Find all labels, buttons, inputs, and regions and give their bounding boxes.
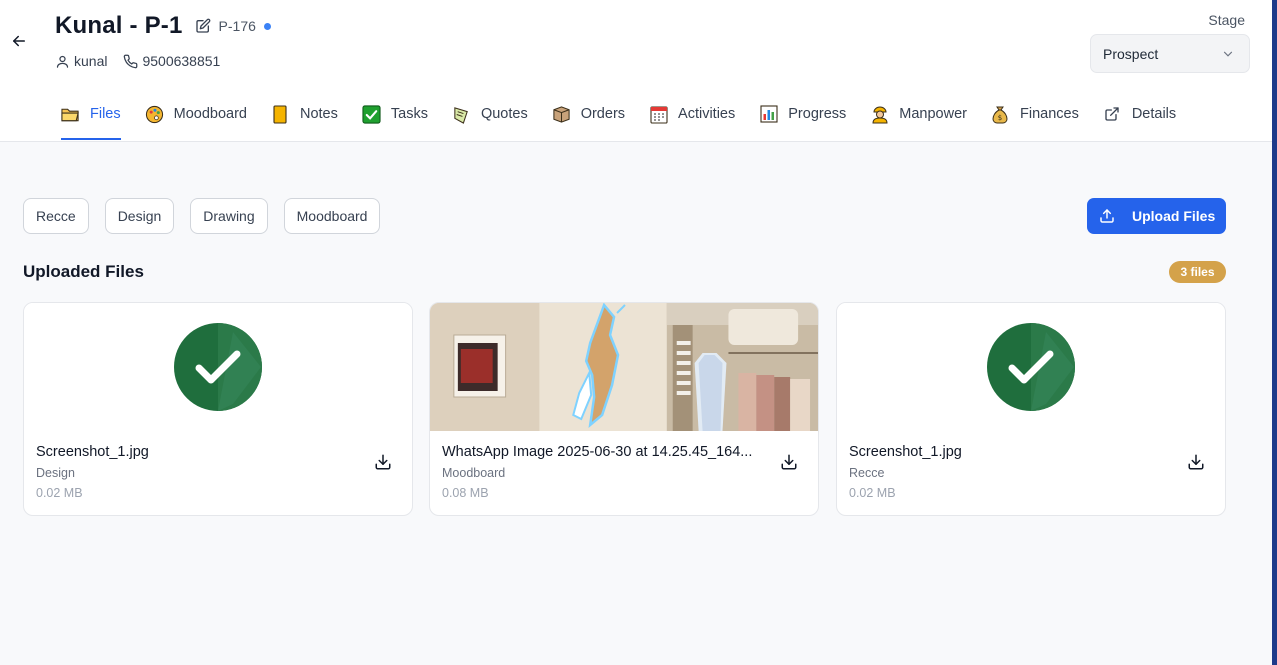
user-name: kunal	[74, 53, 108, 69]
quotes-icon	[452, 105, 471, 124]
tab-label: Manpower	[899, 106, 967, 122]
user-meta: kunal	[55, 53, 107, 69]
download-icon[interactable]	[1187, 453, 1205, 471]
tab-details[interactable]: Details	[1103, 98, 1176, 130]
category-filters: Recce Design Drawing Moodboard	[23, 198, 396, 234]
stage-select[interactable]: Prospect	[1090, 34, 1250, 73]
file-card[interactable]: Screenshot_1.jpg Recce 0.02 MB	[836, 302, 1226, 516]
project-header: Kunal - P-1 P-176 kunal 9500638851 Stage…	[0, 0, 1272, 142]
file-info: WhatsApp Image 2025-06-30 at 14.25.45_16…	[430, 431, 818, 500]
file-thumbnail	[24, 303, 412, 431]
section-title: Uploaded Files	[23, 262, 144, 281]
file-size: 0.02 MB	[849, 486, 896, 500]
tab-notes[interactable]: Notes	[271, 98, 338, 130]
filter-recce[interactable]: Recce	[23, 198, 89, 234]
stage-label: Stage	[1208, 12, 1245, 28]
file-info: Screenshot_1.jpg Design 0.02 MB	[24, 431, 412, 500]
calendar-icon	[649, 105, 668, 124]
phone-meta: 9500638851	[123, 53, 220, 69]
file-name: WhatsApp Image 2025-06-30 at 14.25.45_16…	[442, 444, 753, 460]
tab-label: Orders	[580, 106, 626, 122]
project-title: Kunal - P-1	[55, 12, 183, 39]
tab-label: Notes	[299, 106, 338, 122]
status-dot	[263, 22, 271, 30]
edit-icon[interactable]	[195, 18, 211, 34]
tab-label: Moodboard	[173, 106, 247, 122]
tab-label: Activities	[678, 106, 736, 122]
file-thumbnail	[430, 303, 818, 431]
filter-design[interactable]: Design	[104, 198, 175, 234]
package-icon	[552, 105, 571, 124]
check-badge-icon	[987, 323, 1075, 411]
chevron-down-icon	[1223, 51, 1233, 57]
check-badge-icon	[174, 323, 262, 411]
file-card[interactable]: WhatsApp Image 2025-06-30 at 14.25.45_16…	[429, 302, 819, 516]
money-bag-icon: $	[991, 105, 1010, 124]
worker-icon	[870, 105, 889, 124]
phone-number: 9500638851	[142, 53, 221, 69]
tab-label: Details	[1131, 106, 1177, 122]
file-count-badge: 3 files	[1169, 261, 1226, 283]
tab-progress[interactable]: Progress	[759, 98, 846, 130]
file-card[interactable]: Screenshot_1.jpg Design 0.02 MB	[23, 302, 413, 516]
user-icon	[56, 55, 69, 68]
project-meta: kunal 9500638851	[55, 53, 236, 69]
phone-icon	[124, 54, 138, 68]
scrollbar[interactable]	[1272, 0, 1277, 665]
tab-label: Tasks	[390, 106, 428, 122]
upload-files-button[interactable]: Upload Files	[1087, 198, 1226, 234]
tab-tasks[interactable]: Tasks	[362, 98, 428, 130]
download-icon[interactable]	[374, 453, 392, 471]
tab-orders[interactable]: Orders	[552, 98, 625, 130]
filter-drawing[interactable]: Drawing	[190, 198, 268, 234]
file-name: Screenshot_1.jpg	[36, 444, 149, 460]
svg-text:$: $	[998, 114, 1002, 122]
tab-finances[interactable]: $ Finances	[991, 98, 1079, 130]
external-link-icon	[1103, 105, 1122, 124]
file-size: 0.02 MB	[36, 486, 83, 500]
download-icon[interactable]	[780, 453, 798, 471]
tab-activities[interactable]: Activities	[649, 98, 735, 130]
file-category: Design	[36, 466, 75, 480]
check-box-icon	[362, 104, 381, 124]
tab-files[interactable]: Files	[61, 98, 121, 140]
tab-bar: Files Moodboard Notes Tasks Quotes Order…	[61, 98, 1200, 141]
bar-chart-icon	[759, 105, 778, 124]
file-category: Moodboard	[442, 466, 506, 480]
stage-value: Prospect	[1103, 45, 1159, 62]
tab-quotes[interactable]: Quotes	[452, 98, 528, 130]
file-thumbnail	[837, 303, 1225, 431]
upload-icon	[1100, 209, 1114, 223]
tab-label: Files	[90, 106, 121, 122]
back-arrow-icon[interactable]	[10, 32, 28, 50]
file-size: 0.08 MB	[442, 486, 489, 500]
filter-moodboard[interactable]: Moodboard	[283, 198, 381, 234]
photo-thumbnail	[430, 303, 818, 431]
palette-icon	[145, 105, 164, 124]
folder-icon	[61, 105, 80, 124]
file-name: Screenshot_1.jpg	[849, 444, 962, 460]
tab-moodboard[interactable]: Moodboard	[145, 98, 247, 130]
tab-label: Finances	[1019, 106, 1079, 122]
file-category: Recce	[849, 466, 885, 480]
project-code: P-176	[218, 18, 256, 34]
note-icon	[271, 104, 290, 124]
tab-label: Progress	[788, 106, 847, 122]
tab-manpower[interactable]: Manpower	[870, 98, 967, 130]
upload-label: Upload Files	[1132, 208, 1216, 224]
title-row: Kunal - P-1 P-176	[55, 12, 271, 40]
file-info: Screenshot_1.jpg Recce 0.02 MB	[837, 431, 1225, 500]
tab-label: Quotes	[480, 106, 528, 122]
